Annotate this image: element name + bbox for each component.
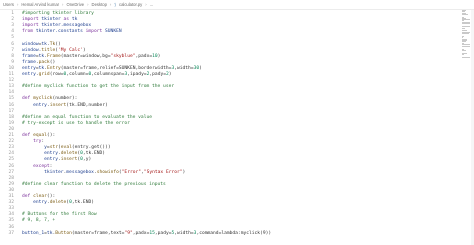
minimap-line — [462, 46, 470, 48]
minimap-line — [462, 33, 469, 35]
breadcrumb-item[interactable]: ... — [150, 2, 154, 7]
breadcrumb-item[interactable]: calculator.py — [119, 2, 142, 7]
breadcrumb-separator: › — [109, 2, 112, 7]
breadcrumb-item[interactable]: OneDrive — [66, 2, 84, 7]
minimap-line — [462, 56, 470, 58]
code-token: ,pady= — [154, 230, 172, 236]
minimap-line — [462, 54, 464, 56]
code-line[interactable]: 37 button_1=tk.Button(master=frame,text="… — [0, 230, 460, 237]
code-token: "9" — [124, 230, 133, 236]
breadcrumb-item[interactable]: Hemal Arvind kumar — [21, 2, 59, 7]
minimap-line — [462, 25, 470, 27]
code-text: button_1=tk.Button(master=frame,text="9"… — [22, 230, 271, 237]
code-token: Button — [55, 230, 72, 236]
breadcrumb-separator: › — [87, 2, 89, 7]
code-token: (master=frame,text= — [71, 230, 125, 236]
minimap-line — [462, 29, 468, 31]
minimap-line — [462, 43, 470, 45]
minimap-line — [462, 50, 467, 52]
code-token: ,padx= — [132, 230, 150, 236]
breadcrumb-item[interactable]: Desktop — [92, 2, 107, 7]
minimap-line — [462, 13, 468, 15]
minimap-line — [462, 23, 470, 24]
breadcrumb: Users › Hemal Arvind kumar › OneDrive › Deskto… — [0, 0, 474, 10]
breadcrumb-separator: › — [145, 2, 147, 7]
line-number: 37 — [8, 230, 14, 236]
breadcrumb-separator: › — [62, 2, 64, 7]
code-editor[interactable]: 1 #importing tkinter library 2 import tkint… — [0, 10, 460, 245]
code-token: ,command=lambda:myclick(9)) — [196, 230, 272, 236]
code-token: ,width= — [174, 230, 194, 236]
breadcrumb-item[interactable]: Users — [3, 2, 14, 7]
code-token: button_1 — [22, 230, 45, 236]
python-file-icon: ⟆ — [114, 2, 116, 7]
breadcrumb-separator: › — [16, 2, 19, 7]
